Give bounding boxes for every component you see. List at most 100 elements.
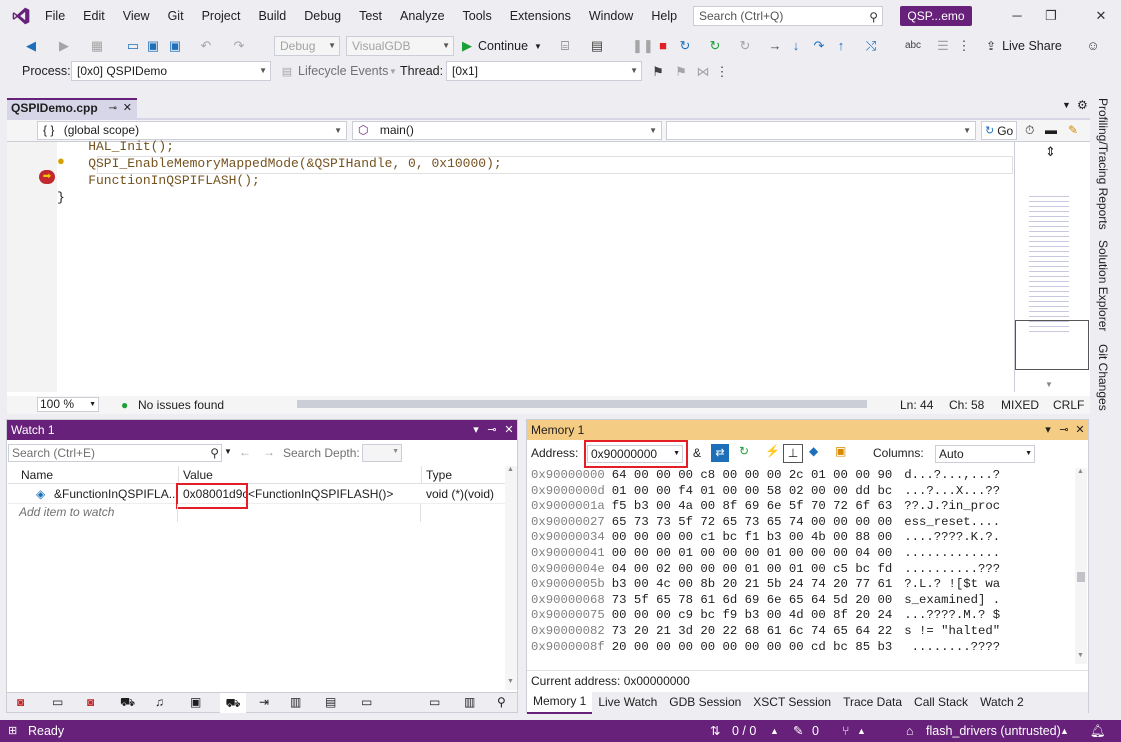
- disassembly-icon[interactable]: ▤: [325, 695, 336, 709]
- memory-row[interactable]: 0x90000000 64 00 00 00 c8 00 00 00 2c 01 …: [531, 468, 1000, 484]
- flag-icon[interactable]: ⚑: [649, 63, 667, 81]
- memory-hex[interactable]: 73 5f 65 78 61 6d 69 6e 65 64 5d 20 00: [612, 593, 892, 607]
- memory-row[interactable]: 0x9000005b b3 00 4c 00 8b 20 21 5b 24 74 …: [531, 577, 1000, 593]
- menu-item-project[interactable]: Project: [193, 9, 250, 23]
- tab-call-stack[interactable]: Call Stack: [908, 692, 974, 713]
- menu-item-git[interactable]: Git: [159, 9, 193, 23]
- locals-icon[interactable]: ⇥: [259, 695, 269, 709]
- tab-qspidemo-cpp[interactable]: QSPIDemo.cpp ⊸ ✕: [7, 98, 137, 118]
- scroll-down-icon[interactable]: ▼: [1077, 652, 1084, 659]
- chevron-down-icon[interactable]: ▾: [1041, 420, 1055, 440]
- stack-frames-icon[interactable]: ▤: [588, 37, 606, 55]
- memory-hex[interactable]: 00 00 00 00 c1 bc f1 b3 00 4b 00 88 00: [612, 530, 892, 544]
- step-out-icon[interactable]: ↑: [832, 37, 850, 55]
- lifecycle-events-dropdown[interactable]: Lifecycle Events: [298, 62, 388, 80]
- column-number[interactable]: Ch: 58: [949, 396, 984, 414]
- step-into-icon[interactable]: ↓: [787, 37, 805, 55]
- memory-ascii[interactable]: ?.L.? ![$t wa: [904, 577, 1000, 591]
- minimap-viewport[interactable]: [1015, 320, 1089, 370]
- scroll-up-icon[interactable]: ▲: [507, 466, 514, 473]
- spellcheck-icon[interactable]: abc: [904, 37, 922, 55]
- menu-item-analyze[interactable]: Analyze: [391, 9, 453, 23]
- menu-item-debug[interactable]: Debug: [295, 9, 350, 23]
- back-icon[interactable]: ◀: [22, 37, 40, 55]
- open-file-icon[interactable]: ▭: [124, 37, 142, 55]
- memory-hex[interactable]: 01 00 00 f4 01 00 00 58 02 00 00 dd bc: [612, 484, 892, 498]
- settings-tools-icon[interactable]: ✎: [1068, 123, 1078, 137]
- side-tab-profiling[interactable]: Profiling/Tracing Reports: [1096, 98, 1110, 230]
- memory-ascii[interactable]: ..........???: [904, 562, 1000, 576]
- stop-debugging-icon[interactable]: ■: [654, 37, 672, 55]
- scroll-down-icon[interactable]: ▼: [1045, 380, 1053, 389]
- attach-process-icon[interactable]: ⌸: [556, 37, 574, 55]
- memory-hex[interactable]: 65 73 73 5f 72 65 73 65 74 00 00 00 00: [612, 515, 892, 529]
- close-window-button[interactable]: ✕: [1091, 6, 1111, 26]
- memory-row[interactable]: 0x9000001a f5 b3 00 4a 00 8f 69 6e 5f 70 …: [531, 499, 1000, 515]
- refresh-icon[interactable]: ↻: [739, 444, 749, 458]
- tab-trace-data[interactable]: Trace Data: [837, 692, 908, 713]
- reload-gray-icon[interactable]: ↻: [736, 37, 754, 55]
- pin-icon[interactable]: ⊸: [1057, 420, 1071, 440]
- chevron-up-icon[interactable]: ▲: [1060, 720, 1069, 742]
- git-sync-count[interactable]: 0 / 0: [732, 720, 756, 742]
- table-row[interactable]: ◈ &FunctionInQSPIFLA... 0x08001d9c <Func…: [8, 485, 506, 504]
- memory-row[interactable]: 0x9000000d 01 00 00 f4 01 00 00 58 02 00 …: [531, 484, 1000, 500]
- chevron-down-icon[interactable]: ▼: [224, 447, 232, 456]
- platform-dropdown[interactable]: VisualGDB ▼: [346, 36, 454, 56]
- threads-icon[interactable]: ⚲: [497, 695, 506, 709]
- memory-ascii[interactable]: s_examined] .: [904, 593, 1000, 607]
- function-dropdown[interactable]: ⬡ main() ▼: [352, 121, 662, 140]
- pin-icon[interactable]: ⊸: [109, 100, 117, 117]
- restart-icon[interactable]: ↻: [676, 37, 694, 55]
- memory-row[interactable]: 0x9000008f 20 00 00 00 00 00 00 00 00 cd …: [531, 640, 1000, 656]
- scroll-thumb[interactable]: [1077, 572, 1085, 582]
- scroll-up-icon[interactable]: ▲: [1077, 468, 1084, 475]
- save-icon[interactable]: ▣: [144, 37, 162, 55]
- save-all-icon[interactable]: ▣: [166, 37, 184, 55]
- menu-item-tools[interactable]: Tools: [454, 9, 501, 23]
- new-project-icon[interactable]: ▦: [88, 37, 106, 55]
- memory-hex[interactable]: 64 00 00 00 c8 00 00 00 2c 01 00 00 90: [612, 468, 892, 482]
- global-search-input[interactable]: Search (Ctrl+Q) ⚲: [693, 6, 883, 26]
- menu-item-view[interactable]: View: [114, 9, 159, 23]
- lightning-icon[interactable]: ⚡: [765, 444, 780, 458]
- menu-item-help[interactable]: Help: [642, 9, 686, 23]
- member-dropdown[interactable]: ▼: [666, 121, 976, 140]
- go-button[interactable]: ↻ Go: [981, 121, 1018, 140]
- configuration-dropdown[interactable]: Debug ▼: [274, 36, 340, 56]
- scroll-down-icon[interactable]: ▼: [507, 678, 514, 685]
- close-icon[interactable]: ✕: [1073, 420, 1087, 440]
- exception-icon[interactable]: ◙: [87, 695, 94, 709]
- menu-item-test[interactable]: Test: [350, 9, 391, 23]
- watch-scrollbar[interactable]: ▲ ▼: [505, 466, 517, 690]
- memory-ascii[interactable]: ....????.K.?.: [904, 530, 1000, 544]
- restore-button[interactable]: ❐: [1041, 6, 1061, 26]
- modules-icon[interactable]: ♫: [155, 695, 164, 709]
- breakpoint-current-icon[interactable]: ➡: [39, 170, 55, 184]
- memory-hex[interactable]: f5 b3 00 4a 00 8f 69 6e 5f 70 72 6f 63: [612, 499, 892, 513]
- hot-reload-icon[interactable]: ↻: [706, 37, 724, 55]
- show-next-statement-icon[interactable]: →: [766, 37, 784, 55]
- gear-icon[interactable]: ⚙: [1077, 98, 1088, 112]
- horizontal-scrollbar[interactable]: [297, 400, 867, 408]
- notifications-icon[interactable]: 🔔︎: [1090, 720, 1106, 742]
- memory-ascii[interactable]: s != "halted": [904, 624, 1000, 638]
- live-share-button[interactable]: ⇪ Live Share: [986, 36, 1062, 56]
- memory-ascii[interactable]: d...?...,...?: [904, 468, 1000, 482]
- line-ending[interactable]: CRLF: [1053, 396, 1084, 414]
- minimap[interactable]: ⇕ ▼: [1014, 142, 1090, 392]
- memory-row[interactable]: 0x90000082 73 20 21 3d 20 22 68 61 6c 74 …: [531, 624, 1000, 640]
- menu-item-window[interactable]: Window: [580, 9, 642, 23]
- tab-memory-1[interactable]: Memory 1: [527, 691, 593, 714]
- search-next-icon[interactable]: →: [263, 445, 275, 459]
- memory-ascii[interactable]: ess_reset....: [904, 515, 1000, 529]
- menu-item-extensions[interactable]: Extensions: [501, 9, 580, 23]
- continue-button[interactable]: ▶ Continue ▼: [462, 36, 542, 56]
- minimize-button[interactable]: ─: [1007, 6, 1027, 26]
- code-area[interactable]: HAL_Init(); QSPI_EnableMemoryMappedMode(…: [57, 139, 1013, 392]
- memory-ascii[interactable]: ...?...X...??: [904, 484, 1000, 498]
- side-tab-git-changes[interactable]: Git Changes: [1096, 344, 1110, 411]
- memory-row[interactable]: 0x90000075 00 00 00 c9 bc f9 b3 00 4d 00 …: [531, 608, 1000, 624]
- columns-dropdown[interactable]: Auto ▼: [935, 445, 1035, 463]
- watch-search-input[interactable]: Search (Ctrl+E) ⚲: [8, 444, 222, 462]
